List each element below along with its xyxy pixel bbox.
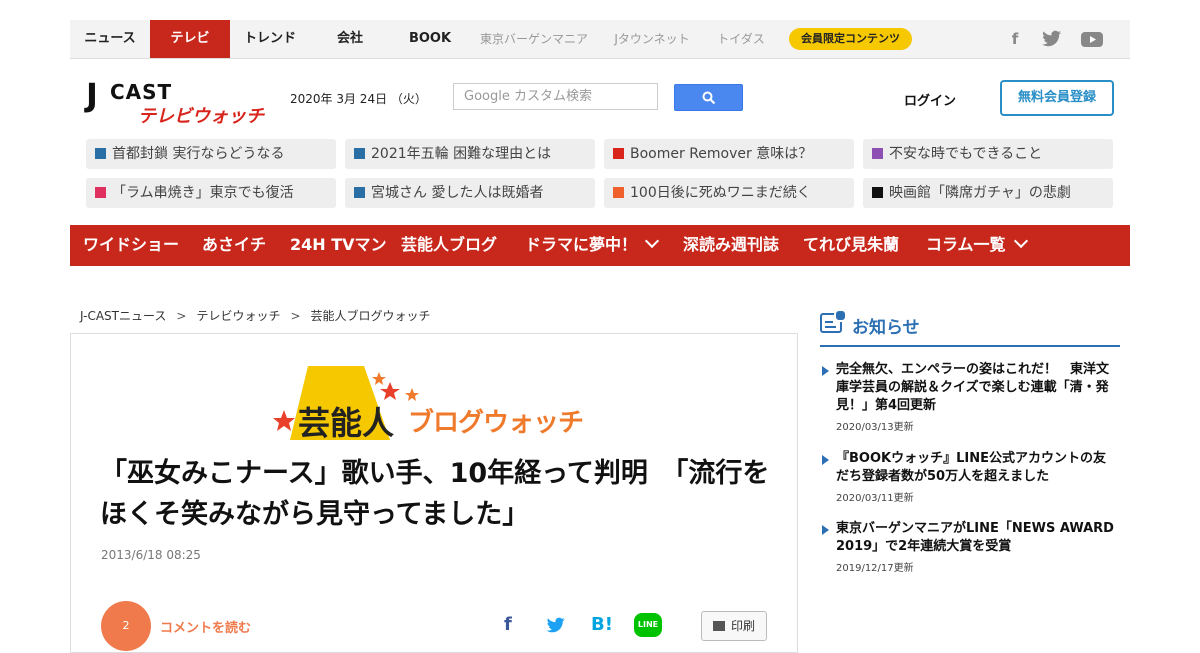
color-square-icon [95,187,106,198]
current-date: 2020年 3月 24日 （火） [290,92,427,106]
breadcrumb-separator: > [176,309,187,323]
color-square-icon [354,187,365,198]
topnav-company[interactable]: 会社 [310,20,390,58]
nav-asaichi[interactable]: あさイチ [202,225,266,266]
color-square-icon [613,148,624,159]
trending-item[interactable]: 首都封鎖 実行ならどうなる [86,139,336,169]
trending-item-label: 不安な時でもできること [889,146,1043,162]
banner-sub-text: ブログウォッチ [408,408,584,438]
breadcrumb: J-CASTニュース > テレビウォッチ > 芸能人ブログウォッチ [80,307,431,324]
logo-tv-watch[interactable]: テレビウォッチ [138,102,264,128]
topnav-trend[interactable]: トレンド [230,20,310,58]
notice-title: お知らせ [852,318,920,338]
color-square-icon [354,148,365,159]
read-comments-link[interactable]: コメントを読む [160,617,251,636]
trending-item[interactable]: 宮城さん 愛した人は既婚者 [345,178,595,208]
breadcrumb-blog-watch[interactable]: 芸能人ブログウォッチ [311,309,431,323]
signup-button[interactable]: 無料会員登録 [1000,80,1114,116]
trending-item[interactable]: 2021年五輪 困難な理由とは [345,139,595,169]
banner-main-text: 芸能人 [298,404,395,442]
twitter-share-icon[interactable] [546,617,566,639]
nav-columns-label: コラム一覧 [926,235,1006,254]
nav-weekly-magazine[interactable]: 深読み週刊誌 [683,225,779,266]
topnav-bargain-mania[interactable]: 東京バーゲンマニア [478,20,590,58]
blog-watch-banner: 芸能人 ブログウォッチ [272,362,602,446]
members-only-badge[interactable]: 会員限定コンテンツ [789,28,912,50]
color-square-icon [95,148,106,159]
nav-24h-tvman[interactable]: 24H TVマン [290,225,387,266]
trending-item[interactable]: Boomer Remover 意味は？ [604,139,854,169]
topnav-jtown[interactable]: Jタウンネット [610,20,694,58]
trending-item[interactable]: 不安な時でもできること [863,139,1113,169]
nav-columns[interactable]: コラム一覧 [926,225,1028,266]
bullet-triangle-icon [822,525,829,535]
color-square-icon [872,187,883,198]
color-square-icon [872,148,883,159]
topnav-toidasu[interactable]: トイダス [710,20,772,58]
trending-item-label: 「ラム串焼き」東京でも復活 [112,185,294,201]
facebook-icon[interactable]: f [1005,30,1025,48]
print-button[interactable]: 印刷 [701,611,767,641]
breadcrumb-separator: > [290,309,301,323]
trending-item-label: 映画館「隣席ガチャ」の悲劇 [889,185,1071,201]
search-button[interactable] [674,84,743,111]
chevron-down-icon [1013,233,1028,249]
notice-item-title[interactable]: 『BOOKウォッチ』LINE公式アカウントの友だち登録者数が50万人を超えました [836,450,1116,486]
nav-drama-label: ドラマに夢中！ [525,235,638,254]
notice-item-title[interactable]: 完全無欠、エンペラーの姿はこれだ！ 東洋文庫学芸員の解説＆クイズで楽しむ連載「清… [836,361,1116,415]
notice-item-date: 2020/03/11更新 [836,493,914,504]
trending-item-label: 首都封鎖 実行ならどうなる [112,146,285,162]
bullet-triangle-icon [822,455,829,465]
facebook-share-icon[interactable]: f [504,614,512,635]
line-share-icon[interactable]: LINE [634,613,662,637]
topnav-news[interactable]: ニュース [70,20,150,58]
print-label: 印刷 [730,619,755,633]
logo-cast[interactable]: CAST [110,80,172,104]
notice-dot [834,309,847,322]
trending-item-label: Boomer Remover 意味は？ [630,146,813,162]
nav-drama[interactable]: ドラマに夢中！ [525,225,660,266]
search-icon [702,91,716,105]
nav-wideshow[interactable]: ワイドショー [83,225,179,266]
main-navigation: ワイドショー あさイチ 24H TVマン 芸能人ブログ ドラマに夢中！ 深読み週… [70,225,1130,266]
top-navigation: ニュース テレビ トレンド 会社 BOOK 東京バーゲンマニア Jタウンネット … [70,20,1130,59]
color-square-icon [613,187,624,198]
youtube-icon[interactable] [1080,30,1104,48]
trending-item[interactable]: 映画館「隣席ガチャ」の悲劇 [863,178,1113,208]
nav-terebi-mishuran[interactable]: てれび見朱蘭 [803,225,899,266]
trending-item-label: 2021年五輪 困難な理由とは [371,146,552,162]
topnav-tv[interactable]: テレビ [150,20,230,58]
trending-item-label: 100日後に死ぬワニまだ続く [630,185,811,201]
topnav-book[interactable]: BOOK [390,20,470,58]
trending-item[interactable]: 100日後に死ぬワニまだ続く [604,178,854,208]
comment-count-badge[interactable]: 2 [101,601,151,651]
hatena-share-icon[interactable]: B! [591,614,613,635]
article-title: 「巫女みこナース」歌い手、10年経って判明 「流行をほくそ笑みながら見守ってまし… [100,458,770,530]
search-input[interactable]: Google カスタム検索 [453,83,658,110]
breadcrumb-tv-watch[interactable]: テレビウォッチ [196,309,280,323]
trending-item[interactable]: 「ラム串焼き」東京でも復活 [86,178,336,208]
logo-j[interactable]: J [86,76,98,114]
trending-item-label: 宮城さん 愛した人は既婚者 [371,185,544,201]
login-link[interactable]: ログイン [904,90,956,109]
chevron-down-icon [644,233,660,249]
nav-celebrity-blog[interactable]: 芸能人ブログ [401,225,497,266]
notice-item-date: 2019/12/17更新 [836,563,914,574]
article-timestamp: 2013/6/18 08:25 [101,548,201,562]
twitter-icon[interactable] [1042,30,1062,48]
notice-item-title[interactable]: 東京バーゲンマニアがLINE「NEWS AWARD 2019」で2年連続大賞を受… [836,520,1116,556]
breadcrumb-jcast-news[interactable]: J-CASTニュース [80,309,166,323]
notice-item-date: 2020/03/13更新 [836,422,914,433]
bullet-triangle-icon [822,366,829,376]
